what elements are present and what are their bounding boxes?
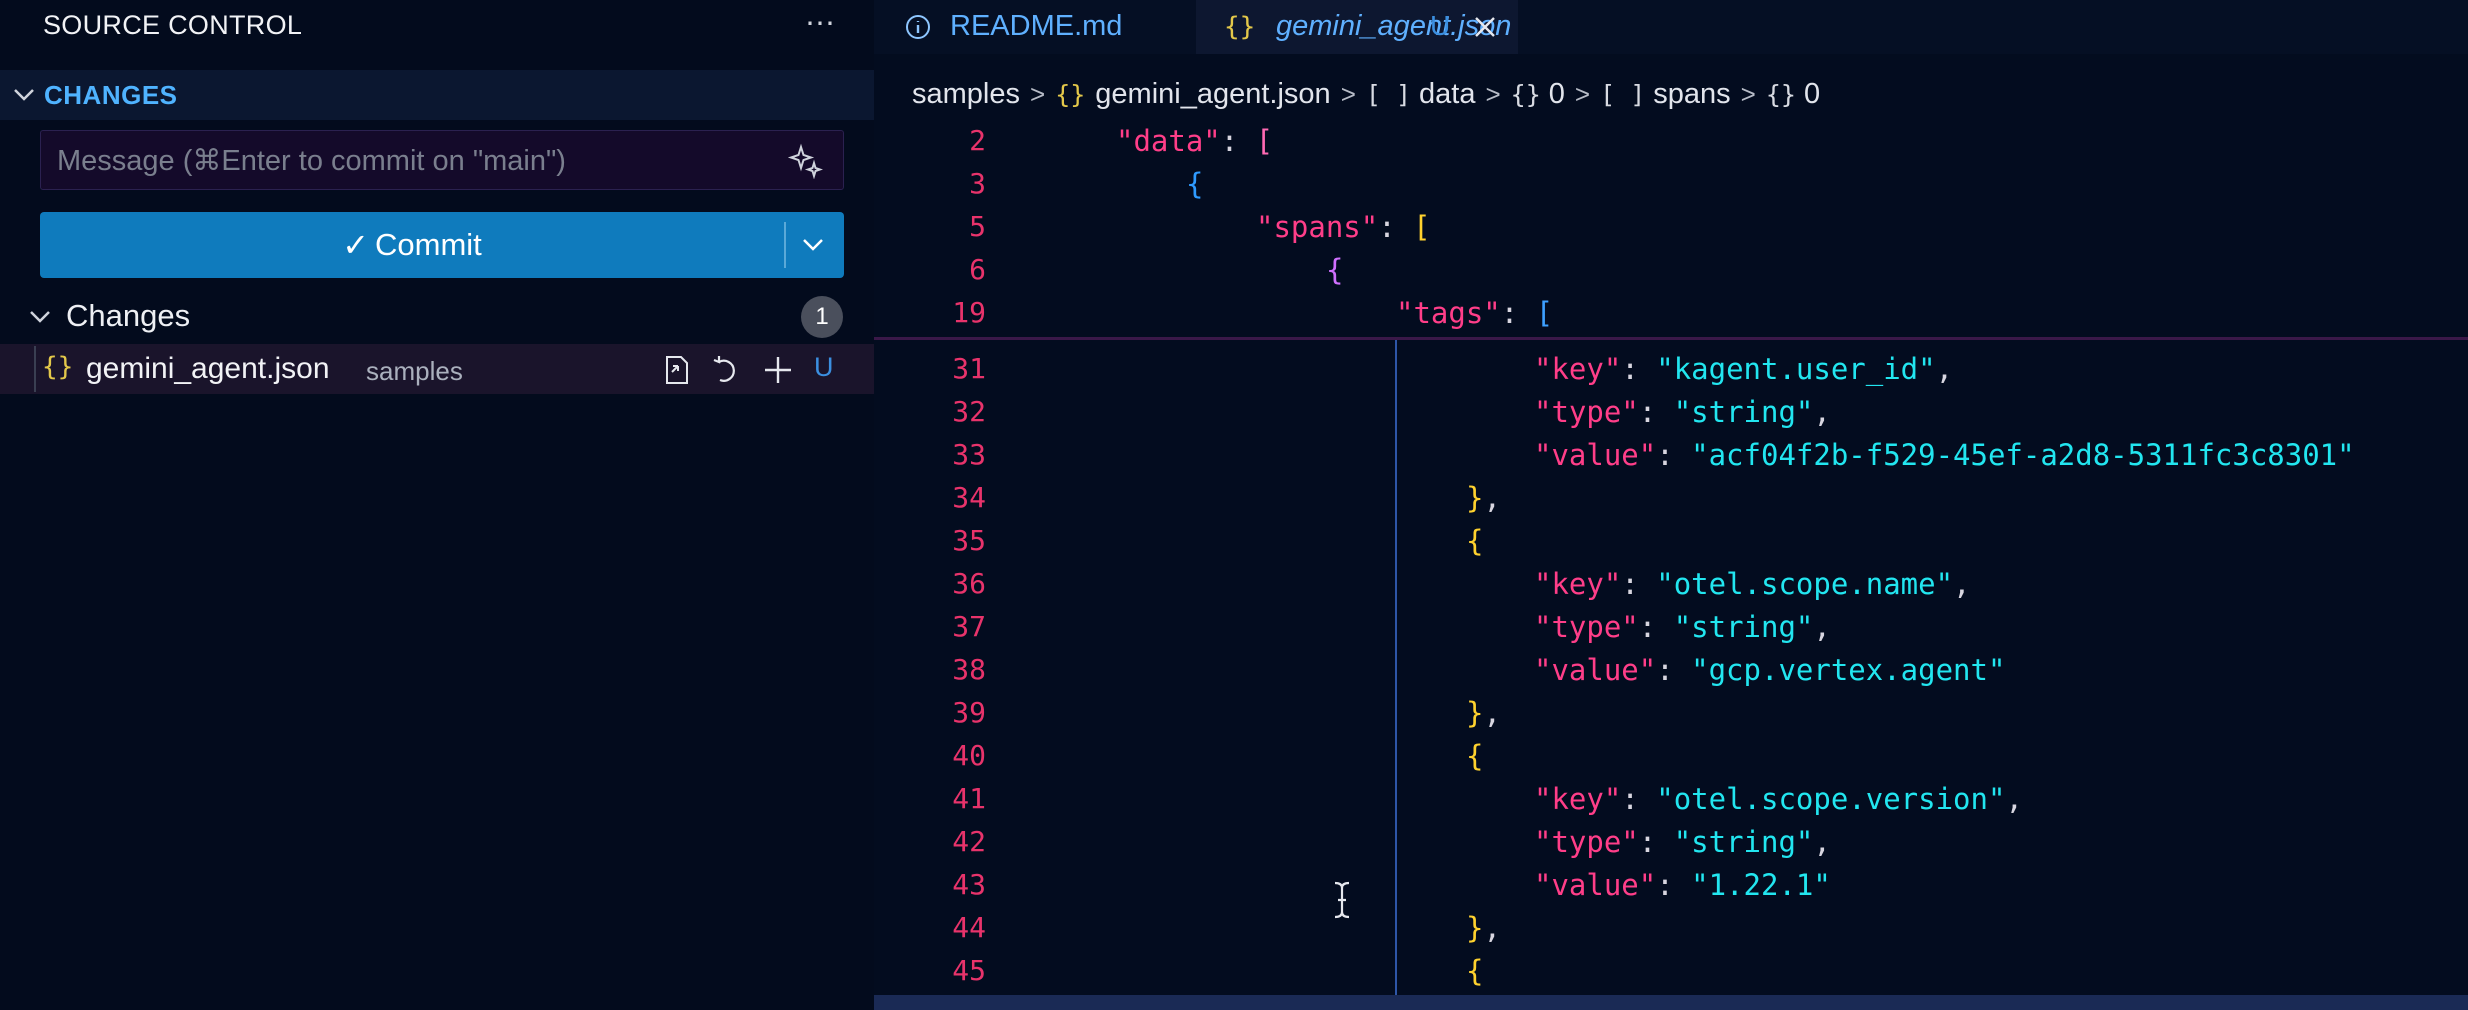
- json-key: "value": [1534, 438, 1657, 472]
- code-line: "data": [: [1116, 124, 1274, 158]
- json-key: "key": [1534, 352, 1622, 386]
- json-key: "type": [1534, 610, 1639, 644]
- code-line: },: [1466, 696, 1501, 730]
- horizontal-scrollbar[interactable]: [874, 995, 2468, 1010]
- code-line: },: [1466, 481, 1501, 515]
- code-line: },: [1466, 911, 1501, 945]
- code-line: {: [1326, 253, 1344, 287]
- json-key: "value": [1534, 653, 1657, 687]
- line-number: 44: [952, 911, 986, 944]
- line-number: 36: [952, 567, 986, 600]
- code-line: "value": "1.22.1": [1534, 868, 1831, 902]
- line-number: 45: [952, 954, 986, 987]
- line-number: 39: [952, 696, 986, 729]
- code-line: "type": "string",: [1534, 395, 1831, 429]
- json-string: "kagent.user_id": [1656, 352, 1936, 386]
- chevron-down-icon: [30, 311, 50, 323]
- changes-count-badge: 1: [801, 296, 843, 338]
- line-number: 31: [952, 352, 986, 385]
- line-number: 6: [969, 253, 986, 286]
- commit-dropdown-button[interactable]: [784, 212, 844, 278]
- sticky-scroll-separator: [874, 337, 2468, 340]
- changes-group-header[interactable]: Changes 1: [0, 292, 874, 340]
- line-number: 5: [969, 210, 986, 243]
- changed-file-dir: samples: [366, 356, 463, 386]
- sidebar-title: SOURCE CONTROL: [43, 10, 303, 40]
- changed-file-item[interactable]: {} gemini_agent.json samples U: [0, 344, 874, 394]
- chevron-down-icon: [803, 239, 823, 251]
- code-line: "type": "string",: [1534, 610, 1831, 644]
- stage-changes-icon[interactable]: [760, 352, 796, 388]
- json-key: "key": [1534, 567, 1622, 601]
- json-key: "value": [1534, 868, 1657, 902]
- json-string: "otel.scope.name": [1656, 567, 1954, 601]
- line-number: 35: [952, 524, 986, 557]
- line-number: 34: [952, 481, 986, 514]
- indent-guide: [1395, 340, 1397, 995]
- commit-message-box: [40, 130, 844, 191]
- json-string: "otel.scope.version": [1656, 782, 2006, 816]
- json-string: "string": [1673, 610, 1814, 644]
- json-file-icon: {}: [42, 352, 74, 382]
- json-key: "tags": [1396, 296, 1501, 330]
- sparkle-icon[interactable]: [787, 143, 823, 179]
- code-line: {: [1466, 954, 1484, 988]
- line-number: 32: [952, 395, 986, 428]
- json-string: "acf04f2b-f529-45ef-a2d8-5311fc3c8301": [1691, 438, 2355, 472]
- code-line: {: [1186, 167, 1204, 201]
- line-number: 38: [952, 653, 986, 686]
- json-key: "data": [1116, 124, 1221, 158]
- discard-changes-icon[interactable]: [708, 352, 744, 388]
- code-line: "key": "kagent.user_id",: [1534, 352, 1954, 386]
- line-number: 19: [952, 296, 986, 329]
- line-number: 43: [952, 868, 986, 901]
- ellipsis-icon[interactable]: ⋯: [800, 6, 840, 46]
- json-key: "type": [1534, 395, 1639, 429]
- line-number: 42: [952, 825, 986, 858]
- code-line: "type": "string",: [1534, 825, 1831, 859]
- button-divider: [784, 222, 786, 268]
- json-string: "string": [1673, 395, 1814, 429]
- changed-file-name: gemini_agent.json: [86, 352, 330, 385]
- changes-section-label: CHANGES: [44, 80, 178, 110]
- code-line: "value": "gcp.vertex.agent": [1534, 653, 2006, 687]
- check-icon: ✓: [342, 227, 370, 263]
- open-file-icon[interactable]: [658, 352, 694, 388]
- json-key: "type": [1534, 825, 1639, 859]
- untracked-status: U: [814, 352, 834, 382]
- code-line: "spans": [: [1256, 210, 1431, 244]
- line-number: 41: [952, 782, 986, 815]
- code-line: {: [1466, 739, 1484, 773]
- code-line: "key": "otel.scope.version",: [1534, 782, 2023, 816]
- line-number: 3: [969, 167, 986, 200]
- commit-message-input[interactable]: [55, 131, 779, 191]
- text-cursor-icon: [1334, 881, 1350, 919]
- code-line: "key": "otel.scope.name",: [1534, 567, 1971, 601]
- json-key: "spans": [1256, 210, 1379, 244]
- json-string: "gcp.vertex.agent": [1691, 653, 2006, 687]
- commit-button-label: Commit: [375, 227, 482, 262]
- changes-section-header[interactable]: CHANGES: [0, 70, 874, 120]
- changes-group-label: Changes: [66, 298, 191, 333]
- source-control-sidebar: SOURCE CONTROL ⋯ CHANGES ✓ Commit Change…: [0, 0, 874, 1010]
- json-string: "string": [1673, 825, 1814, 859]
- tree-indent-guide: [34, 346, 36, 392]
- code-line: "value": "acf04f2b-f529-45ef-a2d8-5311fc…: [1534, 438, 2355, 472]
- line-number: 2: [969, 124, 986, 157]
- editor-area: README.md {} gemini_agent.json U samples…: [874, 0, 2468, 1010]
- code-editor[interactable]: 2 "data": [ 3 { 5 "spans": [ 6 { 19 "tag…: [874, 0, 2468, 1010]
- line-number: 37: [952, 610, 986, 643]
- line-number: 33: [952, 438, 986, 471]
- code-line: {: [1466, 524, 1484, 558]
- json-key: "key": [1534, 782, 1622, 816]
- code-line: "tags": [: [1396, 296, 1554, 330]
- chevron-down-icon: [14, 89, 34, 101]
- json-string: "1.22.1": [1691, 868, 1831, 902]
- line-number: 40: [952, 739, 986, 772]
- commit-button[interactable]: ✓ Commit: [40, 212, 784, 278]
